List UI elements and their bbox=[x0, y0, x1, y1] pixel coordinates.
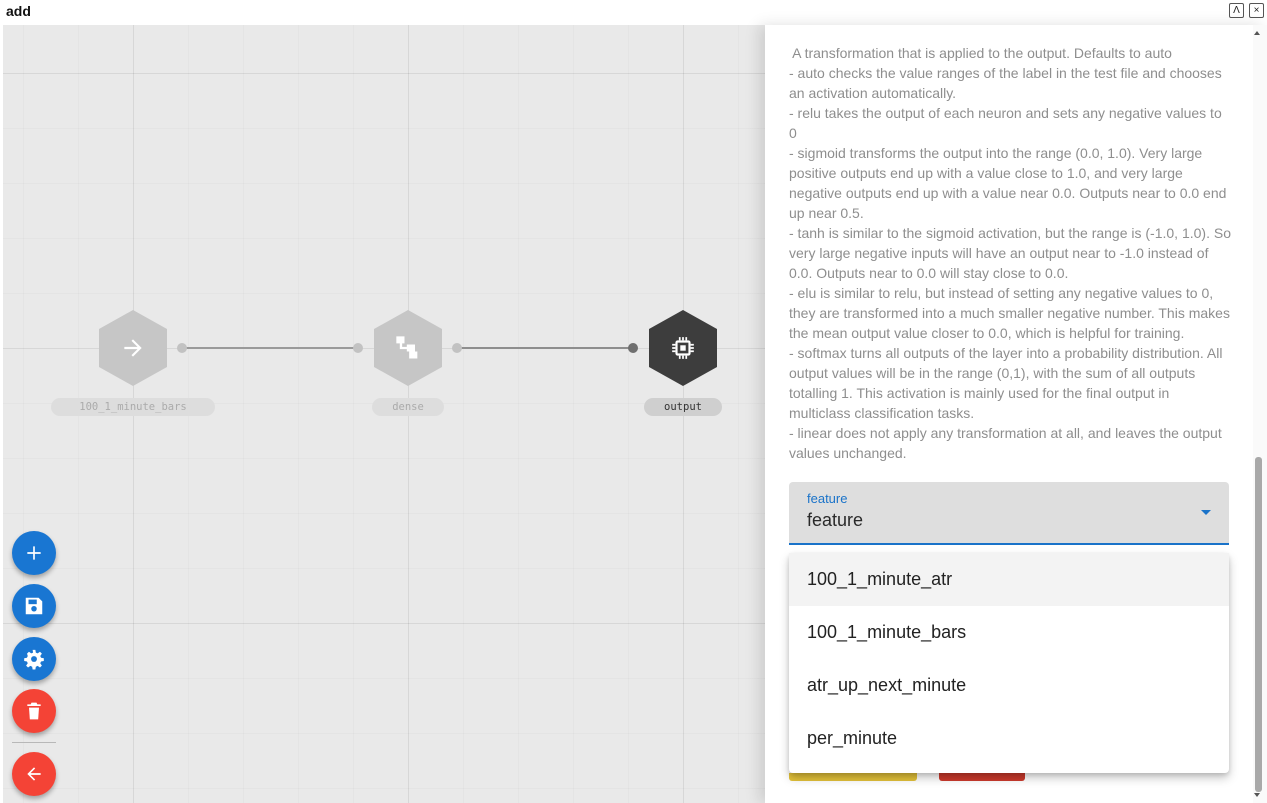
feature-select-value: feature bbox=[807, 510, 864, 530]
scroll-up-icon[interactable] bbox=[1254, 31, 1260, 35]
properties-panel: A transformation that is applied to the … bbox=[765, 25, 1267, 803]
menu-item-option[interactable]: 100_1_minute_bars bbox=[789, 606, 1229, 659]
feature-select-label: feature bbox=[807, 491, 848, 506]
help-line: - softmax turns all outputs of the layer… bbox=[789, 345, 1223, 421]
arrow-right-icon bbox=[124, 339, 142, 357]
help-line: - elu is similar to relu, but instead of… bbox=[789, 285, 1230, 341]
red-action-button[interactable] bbox=[939, 773, 1025, 781]
help-line: - tanh is similar to the sigmoid activat… bbox=[789, 225, 1231, 281]
connection-line bbox=[458, 347, 634, 349]
close-button[interactable]: × bbox=[1249, 3, 1264, 18]
gear-icon bbox=[24, 649, 44, 670]
feature-select[interactable]: feature feature bbox=[789, 482, 1229, 545]
node-label: output bbox=[644, 398, 722, 416]
node-input[interactable] bbox=[99, 310, 167, 386]
yellow-action-button[interactable] bbox=[789, 773, 917, 781]
menu-item-option[interactable]: per_minute bbox=[789, 712, 1229, 765]
maximize-button[interactable]: Λ bbox=[1229, 3, 1244, 18]
input-port[interactable] bbox=[353, 343, 363, 353]
window-title-bar: add Λ × bbox=[0, 0, 1267, 24]
node-label: 100_1_minute_bars bbox=[51, 398, 215, 416]
node-output[interactable] bbox=[649, 310, 717, 386]
chevron-down-icon[interactable] bbox=[1201, 510, 1211, 515]
node-label: dense bbox=[372, 398, 444, 416]
input-port[interactable] bbox=[628, 343, 638, 353]
help-line: - linear does not apply any transformati… bbox=[789, 425, 1222, 461]
scroll-down-icon[interactable] bbox=[1254, 793, 1260, 797]
menu-item-option[interactable]: 100_1_minute_atr bbox=[789, 553, 1229, 606]
menu-item-option[interactable]: atr_up_next_minute bbox=[789, 659, 1229, 712]
trash-icon bbox=[27, 702, 41, 720]
add-button[interactable] bbox=[12, 531, 56, 575]
chip-icon bbox=[672, 337, 694, 359]
back-button[interactable] bbox=[12, 752, 56, 796]
hierarchy-icon bbox=[396, 336, 418, 359]
save-button[interactable] bbox=[12, 584, 56, 628]
fab-divider bbox=[12, 742, 56, 743]
activation-help-text: A transformation that is applied to the … bbox=[789, 43, 1231, 463]
help-line: - sigmoid transforms the output into the… bbox=[789, 145, 1227, 221]
node-dense[interactable] bbox=[374, 310, 442, 386]
plus-icon bbox=[27, 546, 41, 560]
output-port[interactable] bbox=[177, 343, 187, 353]
connection-line bbox=[183, 347, 359, 349]
help-line: - relu takes the output of each neuron a… bbox=[789, 105, 1222, 141]
help-line: A transformation that is applied to the … bbox=[789, 45, 1172, 61]
window-title: add bbox=[6, 3, 31, 19]
delete-button[interactable] bbox=[12, 689, 56, 733]
arrow-left-icon bbox=[27, 767, 41, 781]
scrollbar-thumb[interactable] bbox=[1255, 457, 1262, 792]
save-icon bbox=[25, 597, 43, 615]
help-line: - auto checks the value ranges of the la… bbox=[789, 65, 1222, 101]
settings-button[interactable] bbox=[12, 637, 56, 681]
feature-dropdown-menu: 100_1_minute_atr 100_1_minute_bars atr_u… bbox=[789, 553, 1229, 773]
output-port[interactable] bbox=[452, 343, 462, 353]
model-canvas[interactable]: 100_1_minute_bars dense output bbox=[3, 25, 765, 803]
